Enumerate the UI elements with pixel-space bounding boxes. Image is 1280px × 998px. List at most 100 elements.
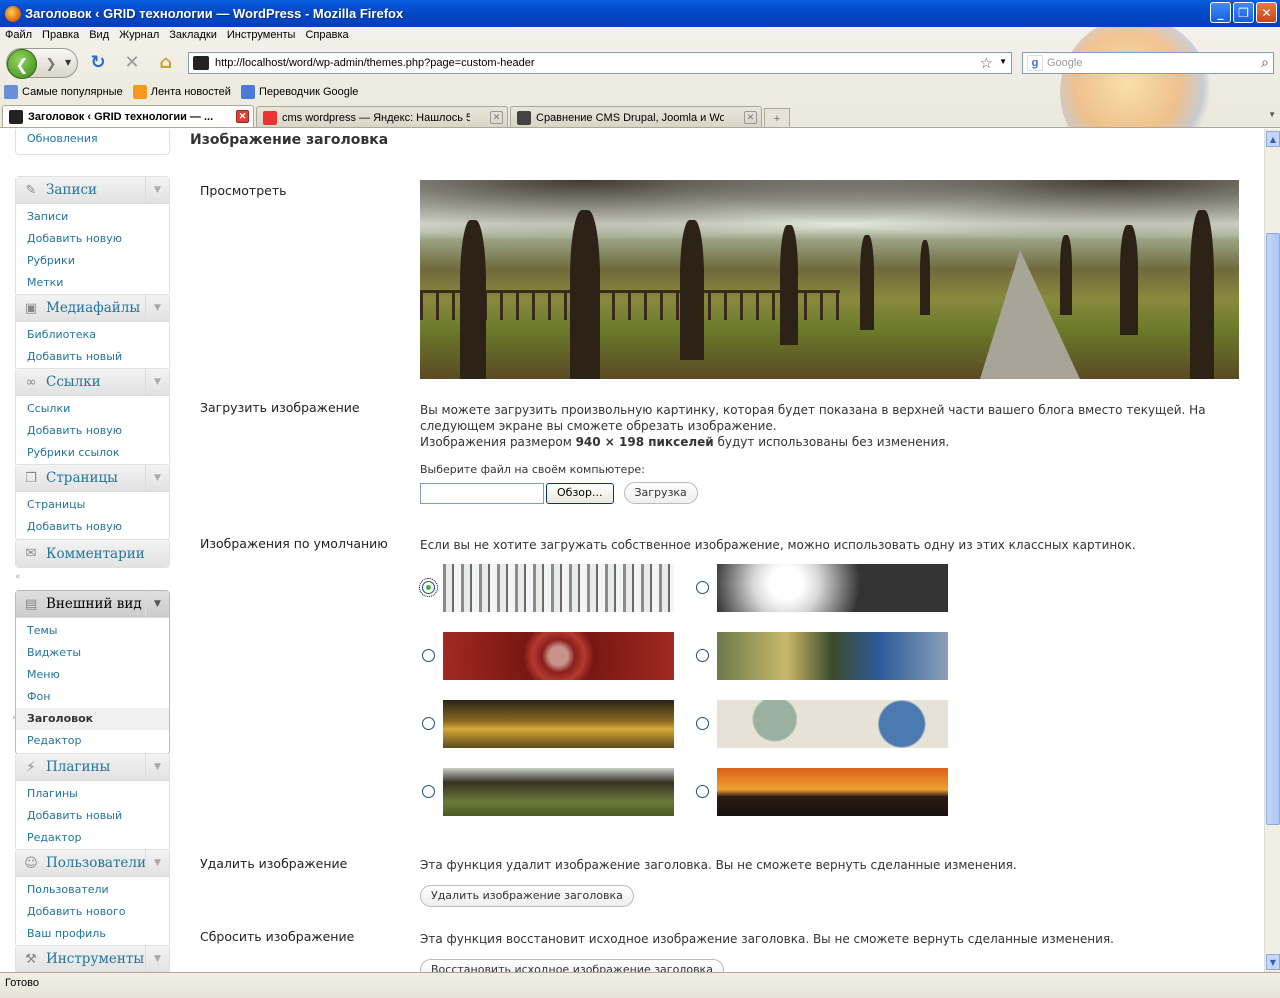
- cherryblossom-thumbnail[interactable]: [717, 564, 948, 612]
- tab-wordpress-header[interactable]: Заголовок ‹ GRID технологии — ... ✕: [2, 105, 254, 127]
- toggle-arrow-icon[interactable]: ▼: [145, 591, 169, 617]
- maximize-button[interactable]: ❐: [1233, 2, 1254, 23]
- menu-head-links[interactable]: ∞ Ссылки ▼: [16, 369, 169, 396]
- default-image-option[interactable]: [694, 768, 954, 816]
- menu-edit[interactable]: Правка: [37, 27, 84, 45]
- menu-head-tools[interactable]: ⚒ Инструменты ▼: [16, 946, 169, 972]
- toggle-arrow-icon[interactable]: ▼: [145, 177, 169, 203]
- menu-head-appearance[interactable]: ▤ Внешний вид ▼: [16, 591, 169, 618]
- sidebar-item-posts[interactable]: Записи: [16, 206, 169, 228]
- menu-head-posts[interactable]: ✎ Записи ▼: [16, 177, 169, 204]
- default-image-option[interactable]: [694, 564, 954, 612]
- sidebar-item-widgets[interactable]: Виджеты: [16, 642, 169, 664]
- sidebar-item-add-media[interactable]: Добавить новый: [16, 346, 169, 368]
- sidebar-item-themes[interactable]: Темы: [16, 620, 169, 642]
- toggle-arrow-icon[interactable]: ▼: [145, 850, 169, 876]
- sidebar-item-add-link[interactable]: Добавить новую: [16, 420, 169, 442]
- scroll-down-icon[interactable]: ▼: [1266, 954, 1280, 970]
- url-dropdown-icon[interactable]: ▼: [999, 57, 1007, 66]
- sidebar-item-users[interactable]: Пользователи: [16, 879, 169, 901]
- menu-history[interactable]: Журнал: [114, 27, 164, 45]
- default-image-option[interactable]: [420, 768, 680, 816]
- menu-bookmarks[interactable]: Закладки: [164, 27, 222, 45]
- sidebar-item-add-plugin[interactable]: Добавить новый: [16, 805, 169, 827]
- home-icon[interactable]: ⌂: [155, 51, 177, 73]
- bookmark-news-feed[interactable]: Лента новостей: [132, 85, 231, 99]
- tab-cms-comparison[interactable]: Сравнение CMS Drupal, Joomla и Wor... ✕: [510, 106, 762, 127]
- sidebar-item-profile[interactable]: Ваш профиль: [16, 923, 169, 945]
- address-bar[interactable]: http://localhost/word/wp-admin/themes.ph…: [188, 52, 1012, 74]
- browse-button[interactable]: Обзор...: [546, 482, 614, 504]
- file-path-input[interactable]: [420, 482, 544, 504]
- sidebar-item-editor[interactable]: Редактор: [16, 730, 169, 752]
- close-tab-icon[interactable]: ✕: [490, 111, 503, 124]
- sidebar-item-plugin-editor[interactable]: Редактор: [16, 827, 169, 849]
- remove-header-button[interactable]: Удалить изображение заголовка: [420, 885, 634, 907]
- fern-thumbnail[interactable]: [717, 632, 948, 680]
- tab-yandex-search[interactable]: cms wordpress — Яндекс: Нашлось 5 ... ✕: [256, 106, 508, 127]
- new-tab-button[interactable]: +: [764, 108, 790, 127]
- sidebar-item-link-categories[interactable]: Рубрики ссылок: [16, 442, 169, 464]
- bookmark-star-icon[interactable]: ☆: [980, 54, 993, 72]
- menu-head-comments[interactable]: ✉ Комментарии: [16, 540, 169, 567]
- sidebar-item-background[interactable]: Фон: [16, 686, 169, 708]
- forestfloor-thumbnail[interactable]: [443, 700, 674, 748]
- forward-button[interactable]: ❯: [41, 54, 61, 74]
- stop-icon[interactable]: ✕: [121, 51, 143, 73]
- default-image-radio[interactable]: [422, 785, 435, 798]
- google-engine-icon[interactable]: g: [1027, 55, 1043, 71]
- scroll-up-icon[interactable]: ▲: [1266, 131, 1280, 147]
- tab-list-dropdown-icon[interactable]: ▼: [1268, 110, 1276, 119]
- vertical-scrollbar[interactable]: ▲ ▼: [1264, 129, 1280, 972]
- sidebar-item-library[interactable]: Библиотека: [16, 324, 169, 346]
- default-image-radio[interactable]: [696, 581, 709, 594]
- path-thumbnail[interactable]: [443, 768, 674, 816]
- default-image-radio[interactable]: [422, 649, 435, 662]
- toggle-arrow-icon[interactable]: ▼: [145, 369, 169, 395]
- history-dropdown-icon[interactable]: ▼: [65, 58, 71, 67]
- reset-header-button[interactable]: Восстановить исходное изображение заголо…: [420, 959, 724, 972]
- sunset-thumbnail[interactable]: [717, 768, 948, 816]
- menu-head-media[interactable]: ▣ Медиафайлы ▼: [16, 295, 169, 322]
- sidebar-item-updates[interactable]: Обновления: [16, 129, 169, 150]
- bookmark-google-translate[interactable]: Переводчик Google: [240, 85, 358, 99]
- search-icon[interactable]: ⌕: [1261, 54, 1269, 71]
- upload-button[interactable]: Загрузка: [623, 482, 698, 504]
- reload-icon[interactable]: ↻: [87, 51, 109, 73]
- menu-head-users[interactable]: ☺ Пользователи ▼: [16, 850, 169, 877]
- sidebar-item-plugins[interactable]: Плагины: [16, 783, 169, 805]
- menu-head-pages[interactable]: ❐ Страницы ▼: [16, 465, 169, 492]
- sidebar-item-pages[interactable]: Страницы: [16, 494, 169, 516]
- default-image-option[interactable]: [420, 632, 680, 680]
- concave-thumbnail[interactable]: [443, 632, 674, 680]
- sidebar-item-add-user[interactable]: Добавить нового: [16, 901, 169, 923]
- default-image-option[interactable]: [694, 700, 954, 748]
- inkwell-thumbnail[interactable]: [717, 700, 948, 748]
- sidebar-item-add-page[interactable]: Добавить новую: [16, 516, 169, 538]
- default-image-radio[interactable]: [696, 649, 709, 662]
- bookmark-most-visited[interactable]: Самые популярные: [4, 85, 123, 99]
- collapse-separator-icon[interactable]: «: [15, 572, 21, 582]
- default-image-radio[interactable]: [696, 785, 709, 798]
- search-bar[interactable]: g Google ⌕: [1022, 52, 1274, 74]
- menu-file[interactable]: Файл: [0, 27, 37, 45]
- sidebar-item-categories[interactable]: Рубрики: [16, 250, 169, 272]
- menu-head-plugins[interactable]: ⚡ Плагины ▼: [16, 754, 169, 781]
- toggle-arrow-icon[interactable]: ▼: [145, 295, 169, 321]
- menu-view[interactable]: Вид: [84, 27, 114, 45]
- default-image-option[interactable]: [420, 700, 680, 748]
- sidebar-item-menus[interactable]: Меню: [16, 664, 169, 686]
- back-button[interactable]: ❮: [7, 49, 37, 79]
- sidebar-item-header[interactable]: Заголовок: [16, 708, 169, 730]
- scrollbar-thumb[interactable]: [1266, 233, 1280, 825]
- default-image-option[interactable]: [694, 632, 954, 680]
- default-image-radio[interactable]: [696, 717, 709, 730]
- close-tab-icon[interactable]: ✕: [744, 111, 757, 124]
- toggle-arrow-icon[interactable]: ▼: [145, 465, 169, 491]
- toggle-arrow-icon[interactable]: ▼: [145, 754, 169, 780]
- default-image-radio[interactable]: [422, 717, 435, 730]
- toggle-arrow-icon[interactable]: ▼: [145, 946, 169, 972]
- close-tab-icon[interactable]: ✕: [236, 110, 249, 123]
- minimize-button[interactable]: _: [1210, 2, 1231, 23]
- sidebar-item-tags[interactable]: Метки: [16, 272, 169, 294]
